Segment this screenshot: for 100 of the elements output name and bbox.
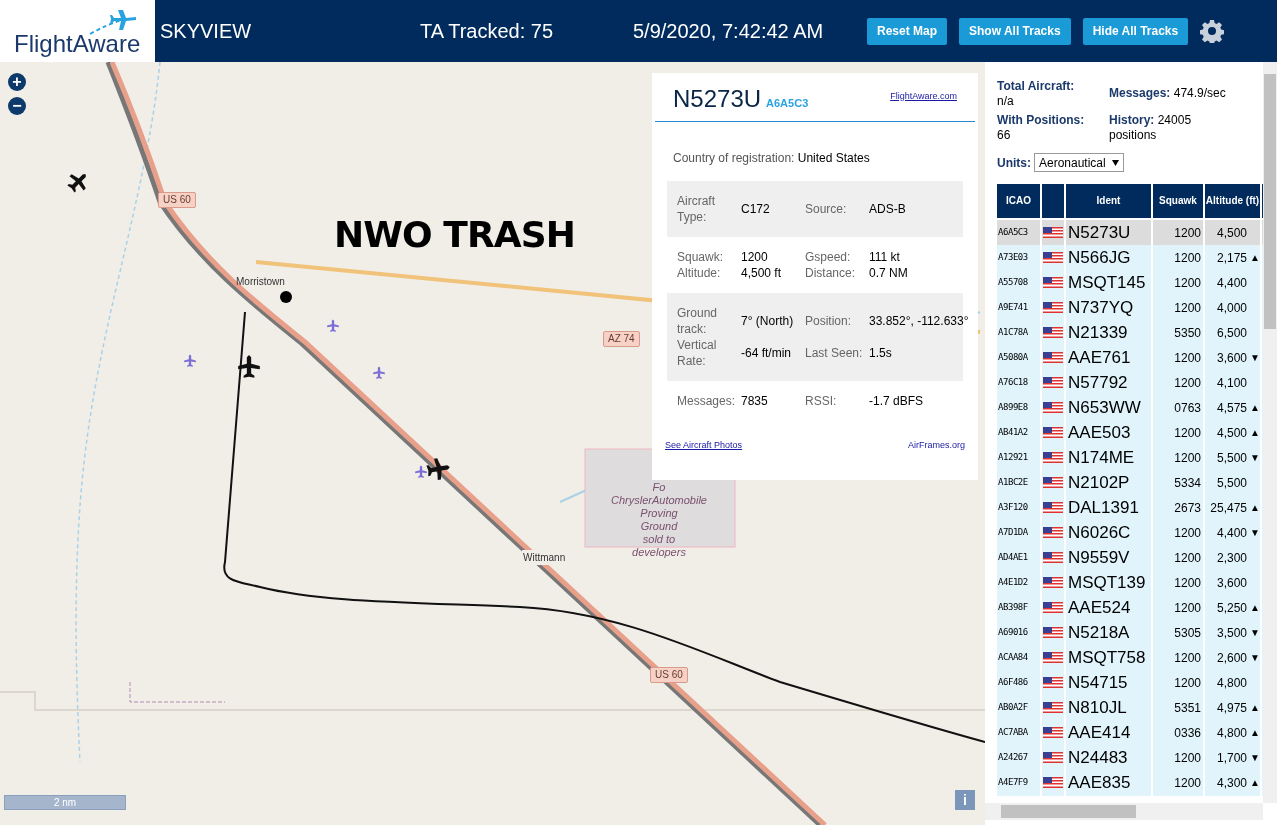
country-of-registration: Country of registration: United States xyxy=(673,151,870,165)
table-cell: A4E7F9 xyxy=(997,770,1040,796)
plane-icon[interactable] xyxy=(425,456,451,482)
table-cell: 1200 xyxy=(1153,545,1203,571)
column-header[interactable]: Ident xyxy=(1066,184,1151,218)
table-cell: 4,500 xyxy=(1205,220,1260,246)
flag-icon xyxy=(1043,677,1063,689)
route-shield: AZ 74 xyxy=(603,331,640,347)
date-time: 5/9/2020, 7:42:42 AM xyxy=(633,19,825,44)
zoom-in-button[interactable]: + xyxy=(8,73,26,91)
table-row[interactable]: AB41A2 AAE503 1200 4,500 ▲ xyxy=(997,420,1263,443)
flightaware-link[interactable]: FlightAware.com xyxy=(890,89,957,103)
plane-icon[interactable] xyxy=(236,354,262,380)
table-cell: 4,400 xyxy=(1205,270,1260,296)
table-row[interactable]: A6A5C3 N5273U 1200 4,500 xyxy=(997,220,1263,243)
table-cell: A6F486 xyxy=(997,670,1040,696)
horizontal-scrollbar[interactable] xyxy=(985,803,1263,820)
table-cell: 1200 xyxy=(1153,420,1203,446)
flag-icon xyxy=(1043,427,1063,439)
table-cell: MSQT139 xyxy=(1066,570,1151,596)
flag-icon xyxy=(1043,552,1063,564)
table-cell: 1200 xyxy=(1153,745,1203,771)
table-row[interactable]: A9E741 N737YQ 1200 4,000 xyxy=(997,295,1263,318)
table-cell: 1200 xyxy=(1153,345,1203,371)
table-row[interactable]: A55708 MSQT145 1200 4,400 xyxy=(997,270,1263,293)
total-aircraft: Total Aircraft: n/a xyxy=(997,79,1076,109)
zoom-out-button[interactable]: − xyxy=(8,97,26,115)
scrollbar-thumb[interactable] xyxy=(1264,74,1276,329)
table-cell: 1,700 ▼ xyxy=(1205,745,1260,771)
table-row[interactable]: A4E7F9 AAE835 1200 4,300 ▲ xyxy=(997,770,1263,793)
table-row[interactable]: A4E1D2 MSQT139 1200 3,600 xyxy=(997,570,1263,593)
column-header[interactable]: Altitude (ft) xyxy=(1205,184,1260,218)
town-label: Morristown xyxy=(236,275,285,289)
table-cell: 5,250 ▲ xyxy=(1205,595,1260,621)
table-row[interactable]: AD4AE1 N9559V 1200 2,300 xyxy=(997,545,1263,568)
table-row[interactable]: A3F120 DAL1391 2673 25,475 ▲ xyxy=(997,495,1263,518)
field-label: Messages: xyxy=(677,393,737,409)
table-cell: AD4AE1 xyxy=(997,545,1040,571)
table-cell: 1200 xyxy=(1153,645,1203,671)
scrollbar-thumb[interactable] xyxy=(1001,805,1136,818)
scale-bar: 2 nm xyxy=(4,795,126,810)
field-label: Position: xyxy=(805,313,853,329)
settings-icon[interactable] xyxy=(1200,19,1225,43)
table-row[interactable]: A5080A AAE761 1200 3,600 ▼ xyxy=(997,345,1263,368)
table-row[interactable]: A76C18 N57792 1200 4,100 xyxy=(997,370,1263,393)
table-cell: N9559V xyxy=(1066,545,1151,571)
table-cell: A899E8 xyxy=(997,395,1040,421)
table-cell: A55708 xyxy=(997,270,1040,296)
table-cell: N653WW xyxy=(1066,395,1151,421)
table-cell: 1200 xyxy=(1153,245,1203,271)
table-cell: AB398F xyxy=(997,595,1040,621)
overlay-text: NWO TRASH xyxy=(334,213,576,257)
table-cell: N5273U xyxy=(1066,220,1151,246)
flag-icon xyxy=(1043,777,1063,789)
flag-icon xyxy=(1043,252,1063,264)
table-cell: A6A5C3 xyxy=(997,220,1040,246)
area-label: Fo ChryslerAutomobile Proving Ground sold to developers xyxy=(610,481,708,559)
table-cell: 1200 xyxy=(1153,295,1203,321)
table-cell: 4,300 ▲ xyxy=(1205,770,1260,796)
table-cell: 1200 xyxy=(1153,570,1203,596)
table-cell: A69016 xyxy=(997,620,1040,646)
vertical-scrollbar[interactable] xyxy=(1263,62,1277,803)
table-row[interactable]: A12921 N174ME 1200 5,500 ▼ xyxy=(997,445,1263,468)
flag-icon xyxy=(1043,477,1063,489)
table-cell: A12921 xyxy=(997,445,1040,471)
table-row[interactable]: A69016 N5218A 5305 3,500 ▼ xyxy=(997,620,1263,643)
table-cell: AAE503 xyxy=(1066,420,1151,446)
units-dropdown[interactable]: Aeronautical xyxy=(1034,153,1124,172)
table-cell: AB41A2 xyxy=(997,420,1040,446)
table-cell: AB0A2F xyxy=(997,695,1040,721)
table-row[interactable]: AB398F AAE524 1200 5,250 ▲ xyxy=(997,595,1263,618)
field-value: 111 kt 0.7 NM xyxy=(869,249,909,281)
plane-logo-icon xyxy=(88,8,138,36)
registration: N5273U xyxy=(673,87,762,111)
table-row[interactable]: ACAA84 MSQT758 1200 2,600 ▼ xyxy=(997,645,1263,668)
field-label: Ground track: xyxy=(677,305,719,337)
column-header[interactable]: ICAO xyxy=(997,184,1040,218)
airframes-link[interactable]: AirFrames.org xyxy=(908,439,965,453)
table-row[interactable]: A73E03 N566JG 1200 2,175 ▲ xyxy=(997,245,1263,268)
table-cell: 25,475 ▲ xyxy=(1205,495,1260,521)
aircraft-photos-link[interactable]: See Aircraft Photos xyxy=(665,439,743,453)
table-row[interactable]: AC7ABA AAE414 0336 4,800 ▲ xyxy=(997,720,1263,743)
table-cell: 2,300 xyxy=(1205,545,1260,571)
table-cell: AAE414 xyxy=(1066,720,1151,746)
column-header[interactable]: Squawk xyxy=(1153,184,1203,218)
table-cell: 4,975 ▲ xyxy=(1205,695,1260,721)
table-cell: 5334 xyxy=(1153,470,1203,496)
table-row[interactable]: A7D1DA N6026C 1200 4,400 ▼ xyxy=(997,520,1263,543)
table-row[interactable]: AB0A2F N810JL 5351 4,975 ▲ xyxy=(997,695,1263,718)
route-shield: US 60 xyxy=(650,667,688,683)
table-cell: 6,500 xyxy=(1205,320,1260,346)
table-cell: A9E741 xyxy=(997,295,1040,321)
town-label: Wittmann xyxy=(522,550,567,565)
flag-icon xyxy=(1043,377,1063,389)
table-row[interactable]: A6F486 N54715 1200 4,800 xyxy=(997,670,1263,693)
table-row[interactable]: A24267 N24483 1200 1,700 ▼ xyxy=(997,745,1263,768)
table-cell: 1200 xyxy=(1153,520,1203,546)
table-row[interactable]: A1C78A N21339 5350 6,500 xyxy=(997,320,1263,343)
table-row[interactable]: A899E8 N653WW 0763 4,575 ▲ xyxy=(997,395,1263,418)
table-row[interactable]: A1BC2E N2102P 5334 5,500 xyxy=(997,470,1263,493)
